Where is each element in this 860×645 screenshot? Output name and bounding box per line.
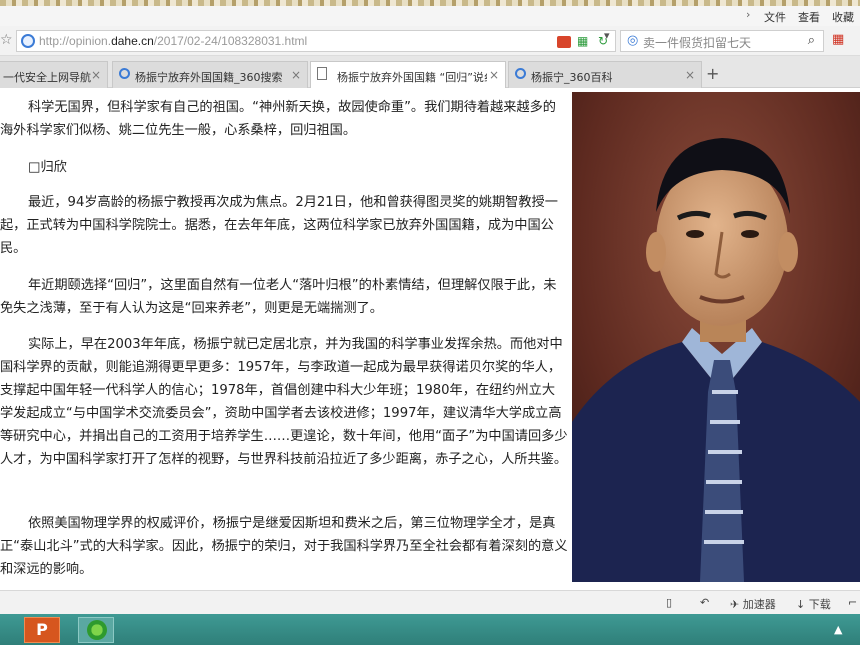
tab-safe-nav[interactable]: 一代安全上网导航 × [0,61,108,88]
url-text[interactable]: http://opinion.dahe.cn/2017/02-24/108328… [39,34,307,48]
menu-favorites[interactable]: 收藏 [832,9,854,25]
tab-strip: 一代安全上网导航 × 杨振宁放弃外国国籍_360搜索 × 杨振宁放弃外国国籍 “… [0,56,860,89]
tab-360-search[interactable]: 杨振宁放弃外国国籍_360搜索 × [112,61,308,88]
paragraph-4: 依照美国物理学界的权威评价，杨振宁是继爱因斯坦和费米之后，第三位物理学全才，是真… [0,516,568,577]
taskbar: P ▲ [0,614,860,645]
star-icon[interactable]: ☆ [0,32,13,48]
search-engine-icon [119,68,130,79]
tray-arrow-icon[interactable]: ▲ [834,623,842,636]
search-input[interactable]: 卖一件假货扣留七天 [643,34,751,51]
article-body: 科学无国界，但科学家有自己的祖国。“神州新天换，故园使命重”。我们期待着越来越多… [0,88,572,590]
shop-icon[interactable] [557,36,571,48]
document-icon [317,67,327,80]
globe-icon [21,34,35,48]
paragraph-1: 最近，94岁高龄的杨振宁教授再次成为焦点。2月21日，他和曾获得图灵奖的姚期智教… [0,195,558,256]
chevron-right-icon[interactable]: › [746,8,750,21]
overflow-icon[interactable]: ⌐ [848,596,857,609]
author-byline: □归欣 [28,160,67,175]
apps-grid-icon[interactable]: ▦ [832,32,844,47]
search-engine-icon: ◎ [627,33,639,48]
powerpoint-taskbar-button[interactable]: P [24,617,60,643]
browser-icon [87,620,107,640]
close-icon[interactable]: × [291,68,301,82]
new-tab-button[interactable]: + [706,64,719,83]
menu-file[interactable]: 文件 [764,9,786,25]
download-button[interactable]: ↓ 下载 [796,596,831,612]
menu-bar: › 文件 查看 收藏 [0,6,860,26]
status-bar: ▯ ↶ ✈ 加速器 ↓ 下载 ⌐ [0,590,860,614]
search-box[interactable]: ◎ 卖一件假货扣留七天 ⌕ [620,30,824,52]
close-icon[interactable]: × [685,68,695,82]
menu-view[interactable]: 查看 [798,9,820,25]
portrait-photo [572,92,860,582]
tab-article-active[interactable]: 杨振宁放弃外国国籍 “回归”说纟 × [310,61,506,89]
search-engine-icon [515,68,526,79]
history-icon[interactable]: ↶ [700,596,709,609]
close-icon[interactable]: × [91,68,101,82]
browser-taskbar-button[interactable] [78,617,114,643]
accelerator-button[interactable]: ✈ 加速器 [730,596,776,612]
phone-icon[interactable]: ▯ [666,596,672,609]
close-icon[interactable]: × [489,68,499,82]
paragraph-2: 年近期颐选择“回归”，这里面自然有一位老人“落叶归根”的朴素情结，但理解仅限于此… [0,278,557,316]
address-dropdown-icon[interactable]: ▾ [604,29,610,42]
tab-360-baike[interactable]: 杨振宁_360百科 × [508,61,702,88]
paragraph-intro: 科学无国界，但科学家有自己的祖国。“神州新天换，故园使命重”。我们期待着越来越多… [0,100,556,138]
address-toolbar: ☆ http://opinion.dahe.cn/2017/02-24/1083… [0,26,860,56]
search-icon[interactable]: ⌕ [808,33,815,48]
paragraph-3: 实际上，早在2003年年底，杨振宁就已定居北京，并为我国的科学事业发挥余热。而他… [0,337,568,467]
address-bar[interactable]: http://opinion.dahe.cn/2017/02-24/108328… [16,30,616,52]
translate-icon[interactable]: ▦ [577,34,588,48]
